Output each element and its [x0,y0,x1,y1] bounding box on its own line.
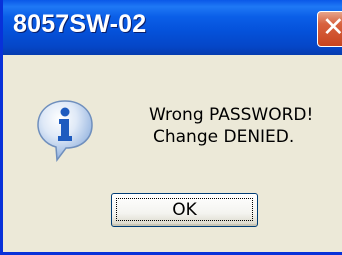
window-title: 8057SW-02 [13,10,147,38]
info-icon [37,100,93,162]
ok-button[interactable]: OK [111,193,258,227]
ok-button-label: OK [172,200,197,220]
close-button[interactable]: ✕ [317,11,342,47]
message-line-2: Change DENIED. [153,127,295,147]
message-text: Wrong PASSWORD! Change DENIED. [149,104,313,148]
title-bar[interactable]: 8057SW-02 ✕ [3,0,342,55]
dialog-body: Wrong PASSWORD! Change DENIED. OK [3,55,342,252]
message-dialog: 8057SW-02 ✕ Wrong PASSWORD! Change DENIE… [0,0,342,255]
close-icon: ✕ [322,13,342,43]
message-line-1: Wrong PASSWORD! [149,105,314,125]
